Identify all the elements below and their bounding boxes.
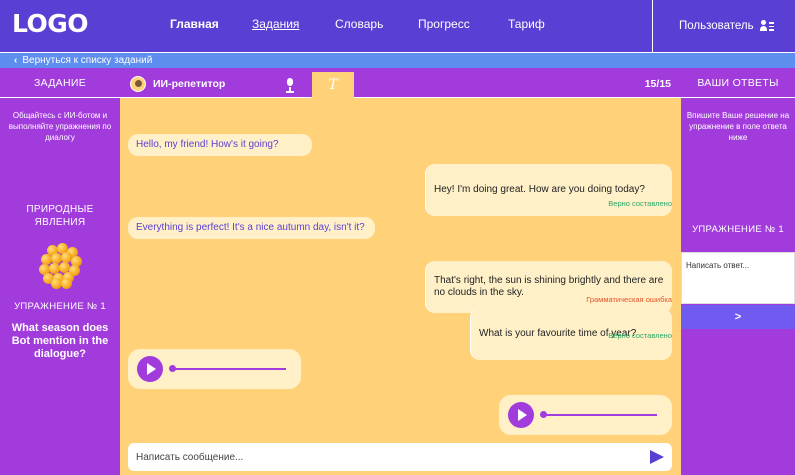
topic-title: ПРИРОДНЫЕ ЯВЛЕНИЯ — [26, 204, 94, 228]
task-panel: ЗАДАНИЕ Общайтесь с ИИ-ботом и выполняйт… — [0, 68, 120, 475]
chat-header: ИИ-репетитор T 15/15 — [120, 68, 681, 99]
nav-progress[interactable]: Прогресс — [418, 17, 470, 31]
back-link-label: Вернуться к списку заданий — [22, 55, 153, 66]
text-mode-tab[interactable]: T — [312, 72, 354, 99]
bot-name: ИИ-репетитор — [153, 78, 226, 90]
answers-panel-title: ВАШИ ОТВЕТЫ — [681, 68, 795, 98]
answers-panel: ВАШИ ОТВЕТЫ Впишите Ваше решение на упра… — [681, 68, 795, 475]
nav-tasks[interactable]: Задания — [252, 17, 299, 31]
message-input-bar — [128, 443, 672, 471]
user-menu[interactable]: Пользователь — [652, 0, 795, 52]
topic-illustration — [37, 243, 83, 289]
user-message: Hey! I'm doing great. How are you doing … — [425, 164, 672, 216]
nav-tariff[interactable]: Тариф — [508, 17, 545, 31]
play-icon[interactable] — [508, 402, 534, 428]
answer-exercise-label: УПРАЖНЕНИЕ № 1 — [692, 224, 784, 235]
message-counter: 15/15 — [644, 78, 671, 90]
bot-audio-message[interactable] — [128, 349, 301, 389]
answers-intro: Впишите Ваше решение на упражнение в пол… — [686, 111, 790, 142]
bot-message: Hello, my friend! How's it going? — [128, 134, 312, 156]
answer-field — [681, 252, 795, 304]
play-icon[interactable] — [137, 356, 163, 382]
send-icon[interactable] — [650, 450, 664, 464]
microphone-icon[interactable] — [284, 78, 296, 93]
user-audio-message[interactable] — [499, 395, 672, 435]
top-navigation: LOGO Главная Задания Словарь Прогресс Та… — [0, 0, 795, 52]
exercise-label: УПРАЖНЕНИЕ № 1 — [14, 301, 106, 312]
back-link[interactable]: ‹ Вернуться к списку заданий — [0, 52, 795, 68]
bot-avatar — [130, 76, 146, 92]
submit-answer-button[interactable]: > — [681, 305, 795, 329]
bot-message: Everything is perfect! It's a nice autum… — [128, 217, 375, 239]
audio-progress-track[interactable] — [545, 414, 657, 416]
message-status: Грамматическая ошибка — [586, 295, 672, 304]
chat-area: Hello, my friend! How's it going? Hey! I… — [120, 98, 681, 475]
nav-home[interactable]: Главная — [170, 17, 219, 31]
audio-progress-track[interactable] — [174, 368, 286, 370]
user-message: That's right, the sun is shining brightl… — [425, 261, 672, 313]
message-status: Верно составлено — [608, 199, 672, 208]
nav-dictionary[interactable]: Словарь — [335, 17, 383, 31]
user-name: Пользователь — [679, 20, 754, 32]
logo[interactable]: LOGO — [12, 9, 89, 38]
message-input[interactable] — [128, 443, 638, 471]
exercise-question: What season does Bot mention in the dial… — [11, 322, 109, 360]
message-status: Верно составлено — [608, 331, 672, 340]
answer-input[interactable] — [682, 253, 794, 278]
user-list-icon — [759, 20, 774, 32]
task-intro: Общайтесь с ИИ-ботом и выполняйте упражн… — [8, 111, 112, 142]
task-panel-title: ЗАДАНИЕ — [0, 68, 120, 98]
chevron-left-icon: ‹ — [14, 55, 18, 66]
